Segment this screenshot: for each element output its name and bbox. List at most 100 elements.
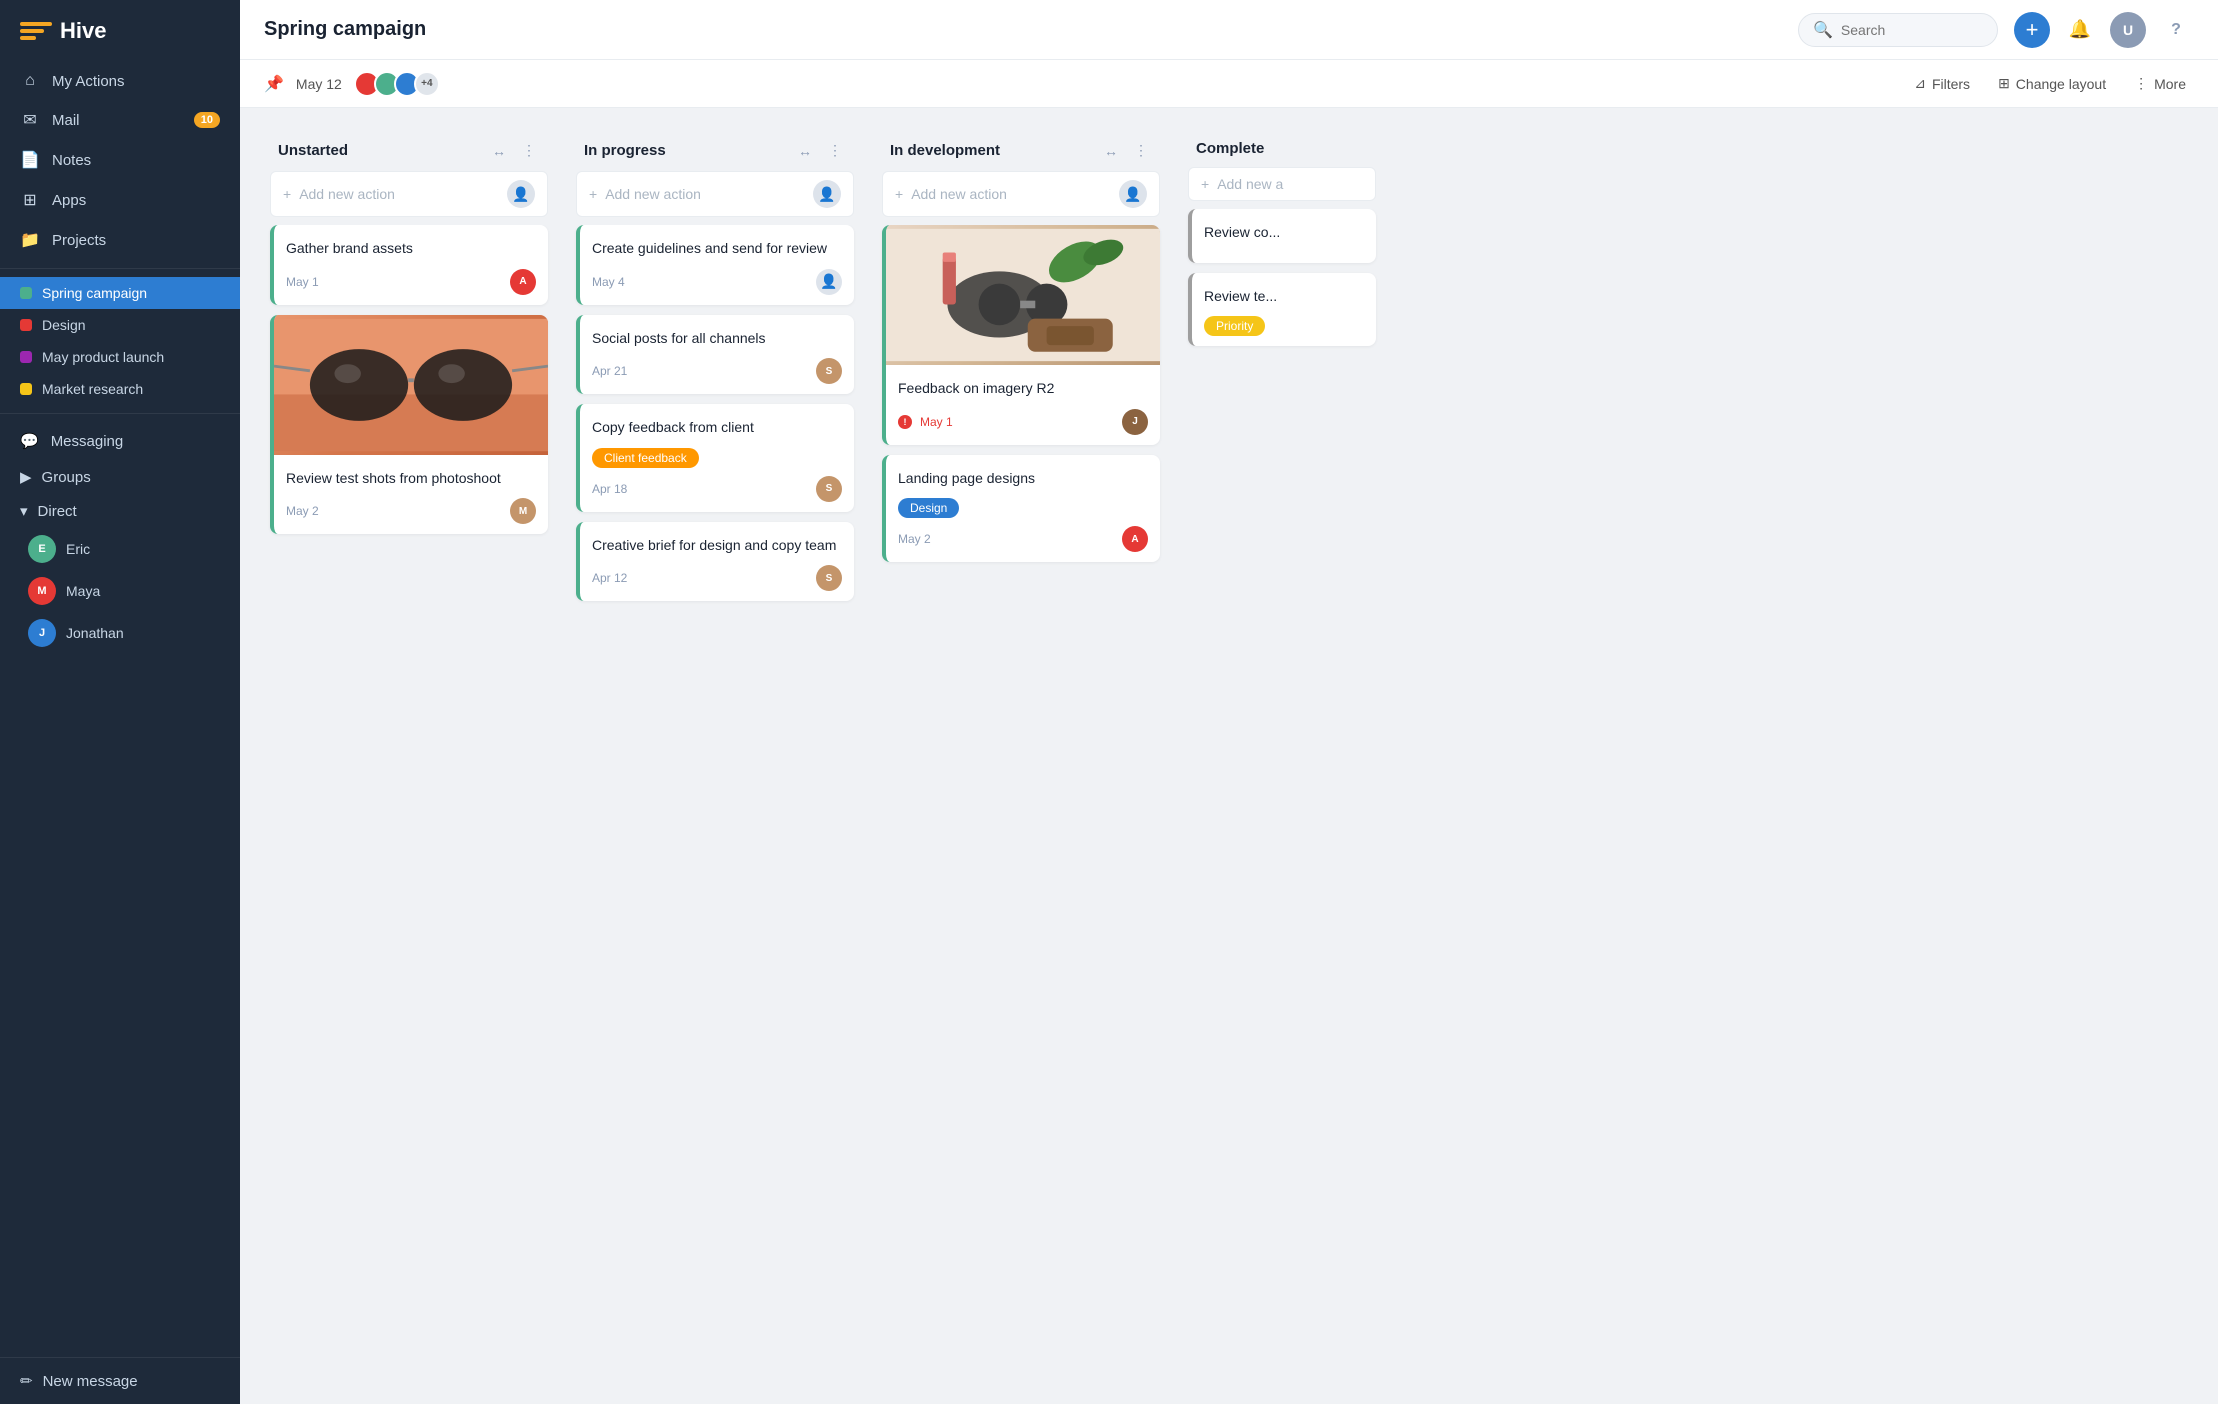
dm-item-jonathan[interactable]: J Jonathan bbox=[0, 612, 240, 654]
project-label-market: Market research bbox=[42, 381, 143, 397]
assignee-placeholder: 👤 bbox=[813, 180, 841, 208]
dm-item-maya[interactable]: M Maya bbox=[0, 570, 240, 612]
card-footer: Apr 21 S bbox=[592, 358, 842, 384]
card-avatar: S bbox=[816, 358, 842, 384]
mail-icon: ✉ bbox=[20, 110, 40, 130]
card-feedback-imagery[interactable]: Feedback on imagery R2 ! May 1 J bbox=[882, 225, 1160, 445]
card-title: Review co... bbox=[1204, 223, 1364, 243]
project-dot-may bbox=[20, 351, 32, 363]
card-avatar: A bbox=[1122, 526, 1148, 552]
add-icon: + bbox=[1201, 176, 1209, 192]
dm-avatar-maya: M bbox=[28, 577, 56, 605]
card-body: Review test shots from photoshoot May 2 … bbox=[274, 455, 548, 535]
sidebar-project-market-research[interactable]: Market research bbox=[0, 373, 240, 405]
add-action-complete[interactable]: + Add new a bbox=[1188, 167, 1376, 201]
more-button[interactable]: ⋮ More bbox=[2126, 71, 2194, 96]
column-resize-icon[interactable]: ↔ bbox=[488, 141, 510, 161]
sidebar-project-design[interactable]: Design bbox=[0, 309, 240, 341]
card-date: May 2 bbox=[898, 532, 1114, 546]
card-review-co[interactable]: Review co... bbox=[1188, 209, 1376, 263]
sidebar-item-mail[interactable]: ✉ Mail 10 bbox=[0, 100, 240, 140]
chevron-right-icon: ▶ bbox=[20, 468, 32, 486]
column-menu-icon[interactable]: ⋮ bbox=[1130, 140, 1152, 161]
sidebar-item-messaging[interactable]: 💬 Messaging bbox=[0, 422, 240, 460]
card-creative-brief[interactable]: Creative brief for design and copy team … bbox=[576, 522, 854, 602]
sidebar-item-projects[interactable]: 📁 Projects bbox=[0, 220, 240, 260]
in-progress-cards: Create guidelines and send for review Ma… bbox=[570, 225, 860, 607]
card-footer: May 1 A bbox=[286, 269, 536, 295]
notifications-button[interactable]: 🔔 bbox=[2062, 12, 2098, 48]
card-gather-brand[interactable]: Gather brand assets May 1 A bbox=[270, 225, 548, 305]
add-action-in-progress[interactable]: + Add new action 👤 bbox=[576, 171, 854, 217]
warning-icon: ! bbox=[898, 415, 912, 429]
complete-cards: Review co... Review te... Priority bbox=[1182, 209, 1382, 352]
add-action-label: Add new action bbox=[605, 186, 701, 202]
nav-my-actions-label: My Actions bbox=[52, 73, 125, 90]
change-layout-button[interactable]: ⊞ Change layout bbox=[1990, 71, 2114, 96]
project-dot-market bbox=[20, 383, 32, 395]
card-body: Review te... Priority bbox=[1192, 273, 1376, 347]
filters-label: Filters bbox=[1932, 76, 1970, 92]
card-body: Landing page designs Design May 2 A bbox=[886, 455, 1160, 563]
add-action-in-development[interactable]: + Add new action 👤 bbox=[882, 171, 1160, 217]
project-label-design: Design bbox=[42, 317, 86, 333]
column-resize-icon[interactable]: ↔ bbox=[794, 141, 816, 161]
card-body: Feedback on imagery R2 ! May 1 J bbox=[886, 365, 1160, 445]
sidebar-item-direct[interactable]: ▾ Direct bbox=[0, 494, 240, 528]
sidebar-project-may-launch[interactable]: May product launch bbox=[0, 341, 240, 373]
search-input[interactable] bbox=[1841, 22, 1983, 38]
add-action-unstarted[interactable]: + Add new action 👤 bbox=[270, 171, 548, 217]
sidebar-item-notes[interactable]: 📄 Notes bbox=[0, 140, 240, 180]
card-footer: Apr 12 S bbox=[592, 565, 842, 591]
column-menu-icon[interactable]: ⋮ bbox=[824, 140, 846, 161]
add-action-label: Add new a bbox=[1217, 176, 1283, 192]
sidebar-item-groups[interactable]: ▶ Groups bbox=[0, 460, 240, 494]
direct-label: Direct bbox=[38, 503, 77, 520]
search-box[interactable]: 🔍 bbox=[1798, 13, 1998, 47]
dm-item-eric[interactable]: E Eric bbox=[0, 528, 240, 570]
card-body: Creative brief for design and copy team … bbox=[580, 522, 854, 602]
tag-client-feedback: Client feedback bbox=[592, 448, 699, 468]
card-footer: ! May 1 J bbox=[898, 409, 1148, 435]
messaging-icon: 💬 bbox=[20, 432, 39, 450]
card-landing-page[interactable]: Landing page designs Design May 2 A bbox=[882, 455, 1160, 563]
user-avatar[interactable]: U bbox=[2110, 12, 2146, 48]
card-footer: Apr 18 S bbox=[592, 476, 842, 502]
filter-icon: ⊿ bbox=[1914, 75, 1926, 92]
add-button[interactable]: + bbox=[2014, 12, 2050, 48]
app-logo[interactable]: Hive bbox=[0, 0, 240, 62]
help-button[interactable]: ? bbox=[2158, 12, 2194, 48]
card-social-posts[interactable]: Social posts for all channels Apr 21 S bbox=[576, 315, 854, 395]
sidebar-item-apps[interactable]: ⊞ Apps bbox=[0, 180, 240, 220]
card-avatar: S bbox=[816, 476, 842, 502]
avatar-group: +4 bbox=[354, 71, 440, 97]
card-copy-feedback[interactable]: Copy feedback from client Client feedbac… bbox=[576, 404, 854, 512]
sidebar-project-spring-campaign[interactable]: Spring campaign bbox=[0, 277, 240, 309]
column-menu-icon[interactable]: ⋮ bbox=[518, 140, 540, 161]
compose-icon: ✏ bbox=[20, 1372, 33, 1390]
project-dot-spring bbox=[20, 287, 32, 299]
card-create-guidelines[interactable]: Create guidelines and send for review Ma… bbox=[576, 225, 854, 305]
filters-button[interactable]: ⊿ Filters bbox=[1906, 71, 1978, 96]
avatar-count: +4 bbox=[414, 71, 440, 97]
card-review-shots[interactable]: Review test shots from photoshoot May 2 … bbox=[270, 315, 548, 535]
dm-label-eric: Eric bbox=[66, 541, 90, 557]
card-title: Landing page designs bbox=[898, 469, 1148, 489]
assignee-placeholder: 👤 bbox=[507, 180, 535, 208]
column-complete-title: Complete bbox=[1196, 140, 1368, 157]
column-in-progress: In progress ↔ ⋮ + Add new action 👤 Creat… bbox=[570, 128, 860, 607]
add-icon: + bbox=[283, 186, 291, 202]
add-icon: + bbox=[589, 186, 597, 202]
dm-label-maya: Maya bbox=[66, 583, 100, 599]
card-review-te[interactable]: Review te... Priority bbox=[1188, 273, 1376, 347]
card-title: Social posts for all channels bbox=[592, 329, 842, 349]
notes-icon: 📄 bbox=[20, 150, 40, 170]
card-date: Apr 18 bbox=[592, 482, 808, 496]
column-resize-icon[interactable]: ↔ bbox=[1100, 141, 1122, 161]
new-message-button[interactable]: ✏ New message bbox=[0, 1357, 240, 1404]
mail-badge: 10 bbox=[194, 112, 220, 128]
sidebar-item-my-actions[interactable]: ⌂ My Actions bbox=[0, 62, 240, 100]
card-avatar: J bbox=[1122, 409, 1148, 435]
card-date: Apr 12 bbox=[592, 571, 808, 585]
topbar-actions: + 🔔 U ? bbox=[2014, 12, 2194, 48]
